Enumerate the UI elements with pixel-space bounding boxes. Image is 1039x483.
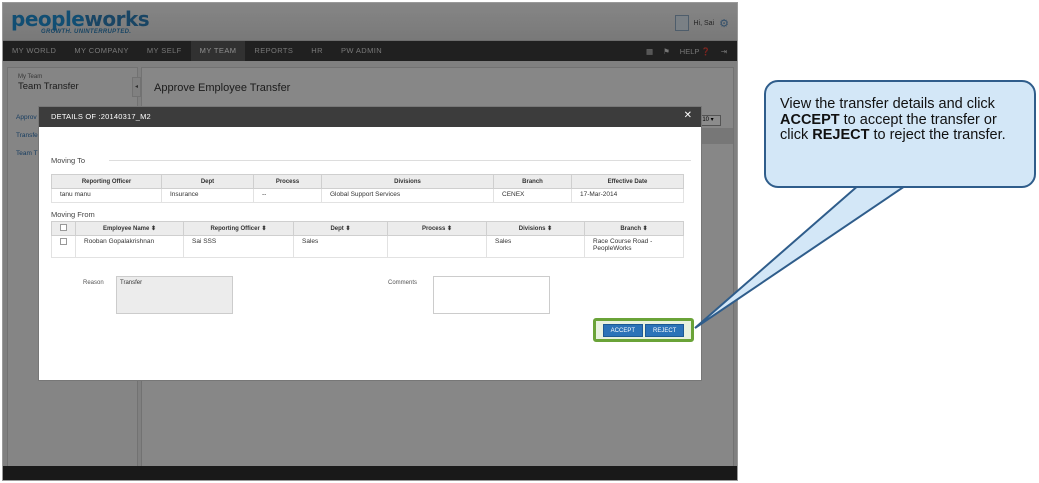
callout-reject-keyword: REJECT [812, 127, 870, 143]
instruction-callout: View the transfer details and click ACCE… [764, 80, 1036, 188]
callout-text: to reject the transfer. [869, 127, 1006, 143]
callout-accept-keyword: ACCEPT [780, 111, 840, 128]
callout-pointer-shape [694, 183, 912, 329]
callout-pointer [694, 183, 912, 329]
callout-text: View the transfer details and click [780, 96, 995, 112]
